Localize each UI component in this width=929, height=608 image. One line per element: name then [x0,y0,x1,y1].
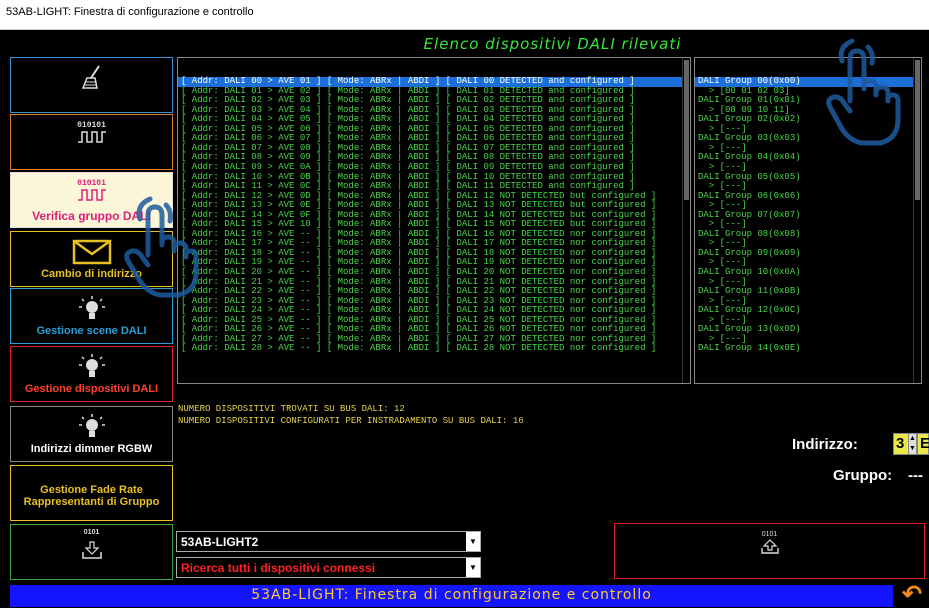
signal-icon-code: 010101 [77,121,106,130]
address-dec-stepper[interactable]: ▲ ▼ [908,433,917,455]
footer-title: 53AB-LIGHT: Finestra di configurazione e… [10,585,893,607]
device-select[interactable]: 53AB-LIGHT2 ▼ [176,531,481,552]
download-icon [11,539,172,567]
device-list-scroll-thumb[interactable] [684,60,689,200]
device-list-scrollbar[interactable] [682,58,690,383]
bulb-icon [11,413,172,441]
address-hex-input[interactable]: E [917,433,929,455]
hand-pointer-icon [826,38,901,146]
sidebar-item-label: Indirizzi dimmer RGBW [30,443,153,455]
sidebar-item-5[interactable]: Gestione dispositivi DALI [10,346,173,402]
action-select[interactable]: Ricerca tutti i dispositivi connessi ▼ [176,557,481,578]
configured-count: NUMERO DISPOSITIVI CONFIGURATI PER INSTR… [178,416,524,426]
signal-icon-code: 010101 [77,179,106,188]
back-arrow-icon[interactable]: ↶ [897,583,927,607]
upload-icon [760,539,779,554]
found-count: NUMERO DISPOSITIVI TROVATI SU BUS DALI: … [178,404,405,414]
list-item[interactable]: [ Addr: DALI 28 > AVE -- ] [ Mode: ABRx … [178,344,690,354]
address-dec-input[interactable]: 3 [893,433,909,455]
window-title: 53AB-LIGHT: Finestra di configurazione e… [0,0,929,30]
group-list-scrollbar[interactable] [913,58,921,383]
list-item[interactable]: DALI Group 14(0x0E) [695,344,921,354]
sidebar-item-8[interactable]: 0101 [10,524,173,580]
group-label: Gruppo: [833,467,893,484]
hand-pointer-icon [124,196,199,298]
download-icon-code: 0101 [83,529,100,536]
broom-icon [11,64,172,92]
group-value: --- [908,467,923,484]
device-list[interactable]: [ Addr: DALI 00 > AVE 01 ] [ Mode: ABRx … [177,57,691,384]
group-list-scroll-thumb[interactable] [915,60,920,200]
upload-icon-code: 0101 [761,531,778,538]
sidebar-item-1[interactable]: 010101 [10,114,173,170]
sidebar-item-label: Gestione Fade Rate Rappresentanti di Gru… [23,484,160,508]
sidebar-item-label: Gestione dispositivi DALI [24,383,159,395]
chevron-down-icon[interactable]: ▼ [466,558,480,577]
device-select-value: 53AB-LIGHT2 [181,535,259,549]
bulb-icon [11,353,172,381]
sidebar-item-6[interactable]: Indirizzi dimmer RGBW [10,406,173,462]
sidebar-item-label: Gestione scene DALI [36,325,147,337]
upload-button[interactable]: 0101 [614,523,925,579]
sidebar-item-7[interactable]: Gestione Fade Rate Rappresentanti di Gru… [10,465,173,521]
chevron-down-icon[interactable]: ▼ [466,532,480,551]
action-select-value: Ricerca tutti i dispositivi connessi [181,561,376,575]
address-label: Indirizzo: [792,436,858,453]
sidebar-item-0[interactable] [10,57,173,113]
signal-icon: 010101 [11,121,172,149]
